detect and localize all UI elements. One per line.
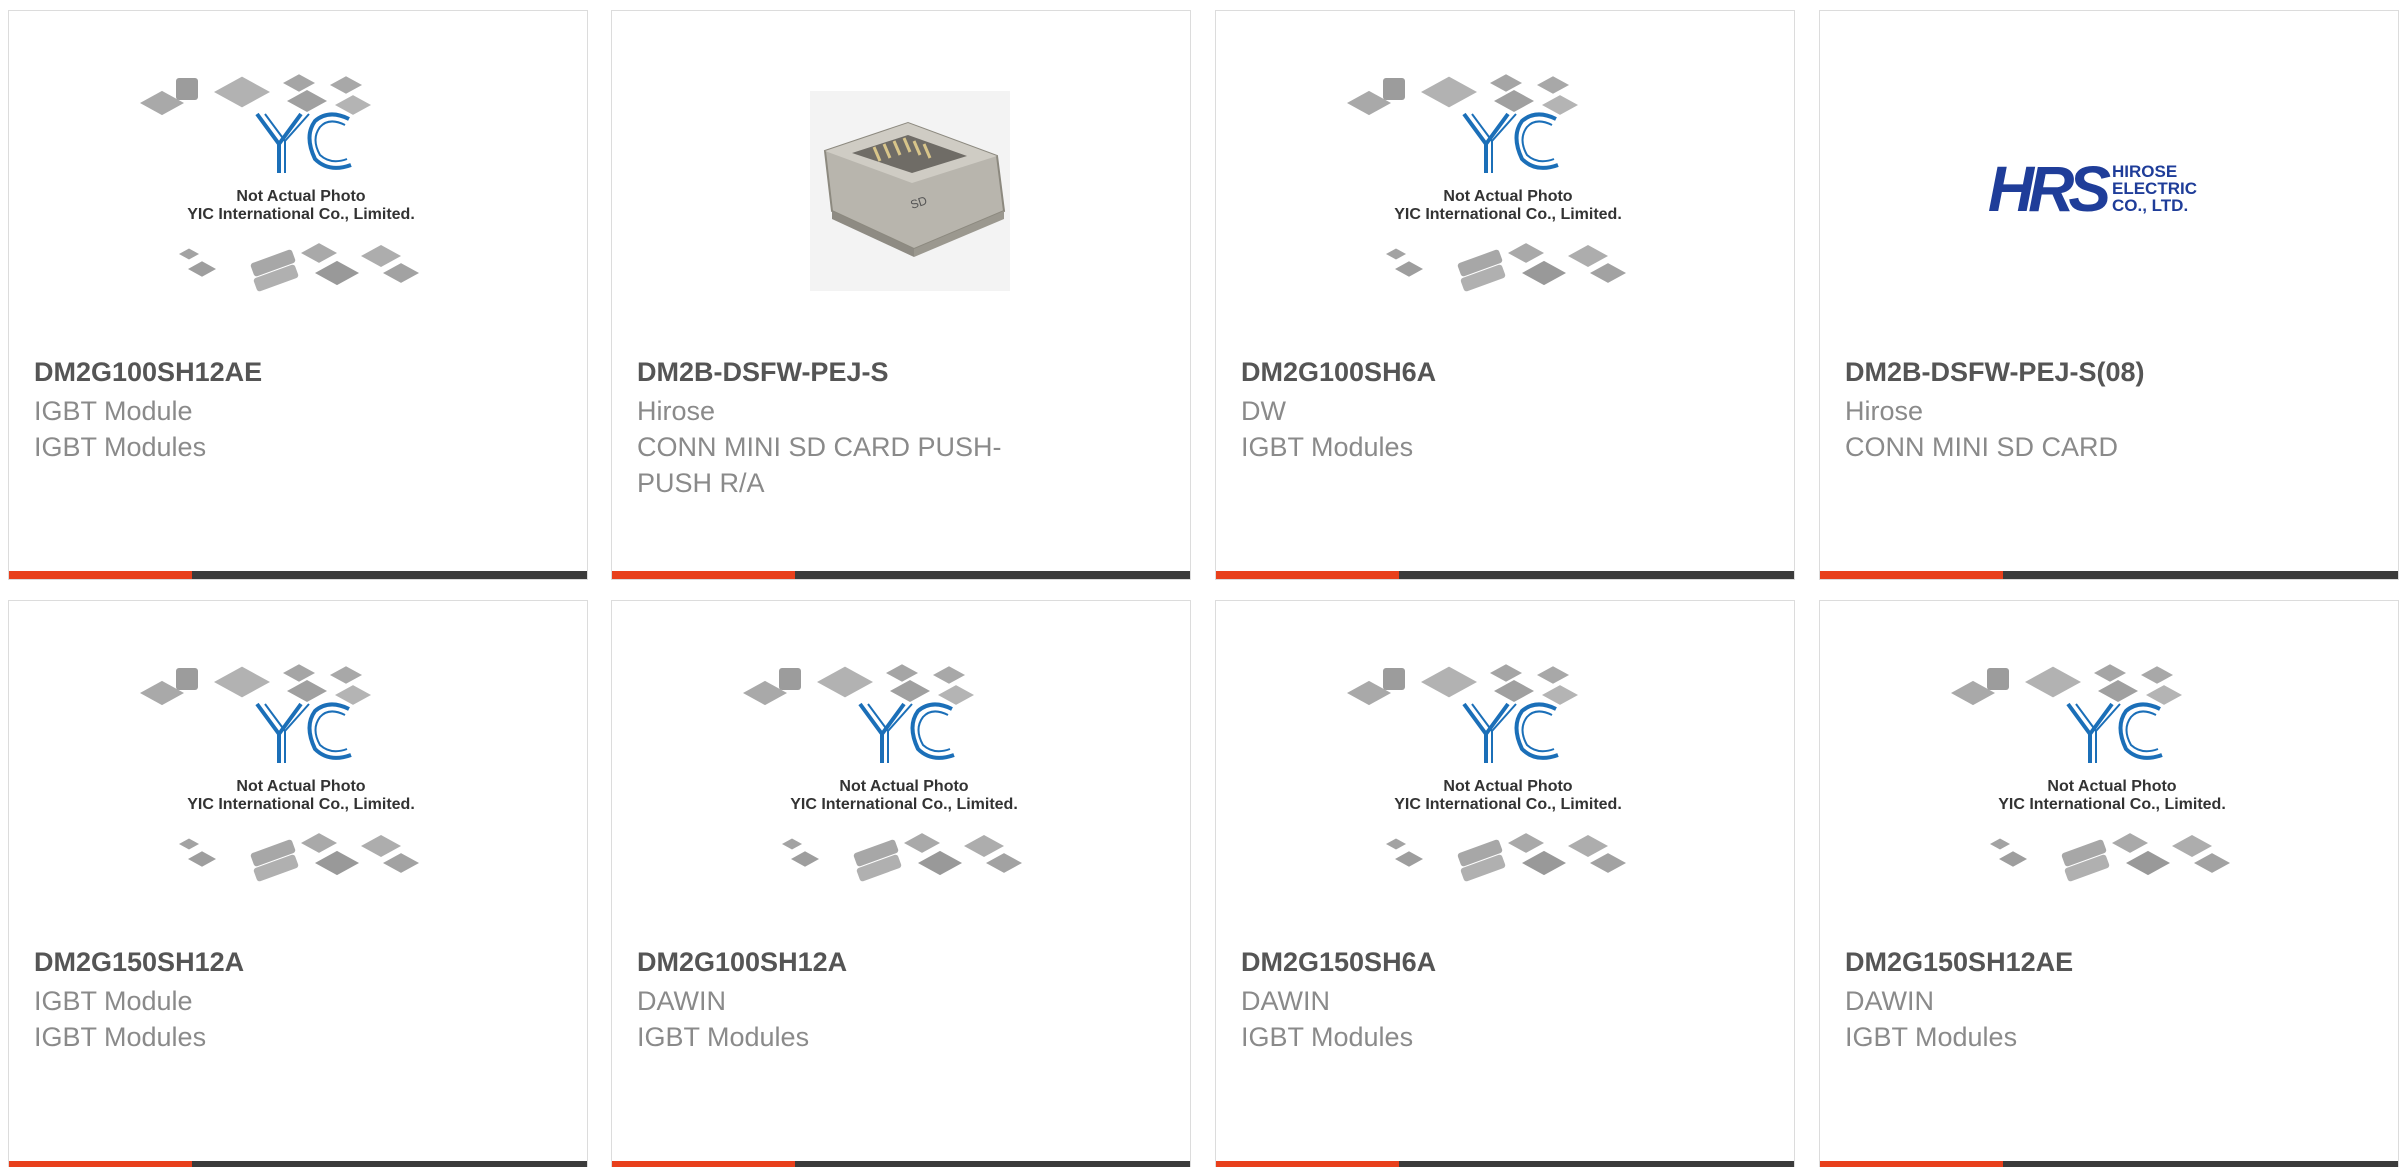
product-part-number[interactable]: DM2G100SH12A <box>637 945 1157 979</box>
product-card[interactable]: Not Actual Photo YIC International Co., … <box>8 10 588 580</box>
product-image-sd-card-connector[interactable]: SD <box>612 61 1190 351</box>
card-accent-bar <box>9 571 192 579</box>
product-description: IGBT Modules <box>1241 432 1414 462</box>
product-manufacturer: Hirose <box>637 396 716 426</box>
yic-logo <box>2066 702 2163 763</box>
svg-text:YIC International Co., Limited: YIC International Co., Limited. <box>1394 796 1622 813</box>
card-accent-bar <box>1216 1161 1399 1167</box>
svg-text:Not Actual Photo: Not Actual Photo <box>236 778 365 795</box>
product-description: CONN MINI SD CARD PUSH-PUSH R/A <box>637 432 1002 498</box>
card-bottom-bar <box>1216 571 1794 579</box>
svg-text:CO., LTD.: CO., LTD. <box>2112 196 2188 215</box>
yic-logo <box>255 112 352 173</box>
svg-text:YIC International Co., Limited: YIC International Co., Limited. <box>187 206 415 223</box>
product-description: IGBT Modules <box>637 1022 810 1052</box>
card-accent-bar <box>1820 1161 2003 1167</box>
product-part-number[interactable]: DM2G100SH12AE <box>34 355 554 389</box>
product-card[interactable]: Not Actual Photo YIC International Co., … <box>1819 600 2399 1167</box>
svg-text:YIC International Co., Limited: YIC International Co., Limited. <box>1394 206 1622 223</box>
chip-icons-bottom <box>1386 243 1626 292</box>
product-part-number[interactable]: DM2B-DSFW-PEJ-S <box>637 355 1157 389</box>
card-accent-bar <box>9 1161 192 1167</box>
product-description: IGBT Modules <box>34 432 207 462</box>
product-manufacturer: DAWIN <box>1241 986 1330 1016</box>
product-image-placeholder[interactable]: Not Actual Photo YIC International Co., … <box>1216 651 1794 941</box>
chip-icons-bottom <box>179 833 419 882</box>
yic-logo <box>858 702 955 763</box>
card-accent-bar <box>1216 571 1399 579</box>
product-image-placeholder[interactable]: Not Actual Photo YIC International Co., … <box>9 651 587 941</box>
chip-icons-bottom <box>1386 833 1626 882</box>
product-image-placeholder[interactable]: Not Actual Photo YIC International Co., … <box>1820 651 2398 941</box>
chip-icons-top <box>140 74 371 116</box>
svg-text:YIC International Co., Limited: YIC International Co., Limited. <box>187 796 415 813</box>
chip-icons-top <box>1951 664 2182 706</box>
yic-logo <box>255 702 352 763</box>
chip-icons-top <box>1347 74 1578 116</box>
product-card[interactable]: Not Actual Photo YIC International Co., … <box>1215 10 1795 580</box>
product-manufacturer: DAWIN <box>637 986 726 1016</box>
product-manufacturer: DAWIN <box>1845 986 1934 1016</box>
product-card[interactable]: Not Actual Photo YIC International Co., … <box>8 600 588 1167</box>
product-card[interactable]: Not Actual Photo YIC International Co., … <box>1215 600 1795 1167</box>
card-bottom-bar <box>9 1161 587 1167</box>
svg-text:Not Actual Photo: Not Actual Photo <box>1443 778 1572 795</box>
svg-text:Not Actual Photo: Not Actual Photo <box>1443 188 1572 205</box>
chip-icons-top <box>1347 664 1578 706</box>
chip-icons-bottom <box>782 833 1022 882</box>
svg-text:HRS: HRS <box>1988 153 2111 225</box>
svg-text:Not Actual Photo: Not Actual Photo <box>236 188 365 205</box>
svg-text:YIC International Co., Limited: YIC International Co., Limited. <box>1998 796 2226 813</box>
product-manufacturer: Hirose <box>1845 396 1924 426</box>
product-manufacturer: IGBT Module <box>34 986 193 1016</box>
product-image-placeholder[interactable]: Not Actual Photo YIC International Co., … <box>9 61 587 351</box>
svg-text:Not Actual Photo: Not Actual Photo <box>2047 778 2176 795</box>
product-description: CONN MINI SD CARD <box>1845 432 2119 462</box>
chip-icons-bottom <box>179 243 419 292</box>
card-bottom-bar <box>612 1161 1190 1167</box>
product-card[interactable]: HRS HIROSE ELECTRIC CO., LTD. DM2B-DSFW-… <box>1819 10 2399 580</box>
product-manufacturer: IGBT Module <box>34 396 193 426</box>
chip-icons-top <box>743 664 974 706</box>
card-accent-bar <box>612 571 795 579</box>
yic-logo <box>1462 112 1559 173</box>
product-part-number[interactable]: DM2G150SH12A <box>34 945 554 979</box>
product-description: IGBT Modules <box>1241 1022 1414 1052</box>
product-card[interactable]: SD DM2B-DSFW-PEJ-S Hirose CONN MINI SD CAR… <box>611 10 1191 580</box>
product-part-number[interactable]: DM2G100SH6A <box>1241 355 1761 389</box>
product-part-number[interactable]: DM2G150SH6A <box>1241 945 1761 979</box>
product-description: IGBT Modules <box>1845 1022 2018 1052</box>
chip-icons-top <box>140 664 371 706</box>
product-image-hirose-logo[interactable]: HRS HIROSE ELECTRIC CO., LTD. <box>1820 61 2398 351</box>
product-card[interactable]: Not Actual Photo YIC International Co., … <box>611 600 1191 1167</box>
product-image-placeholder[interactable]: Not Actual Photo YIC International Co., … <box>612 651 1190 941</box>
product-description: IGBT Modules <box>34 1022 207 1052</box>
product-grid: Not Actual Photo YIC International Co., … <box>0 0 2400 1167</box>
card-bottom-bar <box>9 571 587 579</box>
product-manufacturer: DW <box>1241 396 1286 426</box>
yic-logo <box>1462 702 1559 763</box>
product-part-number[interactable]: DM2G150SH12AE <box>1845 945 2365 979</box>
product-image-placeholder[interactable]: Not Actual Photo YIC International Co., … <box>1216 61 1794 351</box>
card-accent-bar <box>612 1161 795 1167</box>
card-accent-bar <box>1820 571 2003 579</box>
card-bottom-bar <box>612 571 1190 579</box>
product-part-number[interactable]: DM2B-DSFW-PEJ-S(08) <box>1845 355 2365 389</box>
card-bottom-bar <box>1820 1161 2398 1167</box>
svg-text:Not Actual Photo: Not Actual Photo <box>839 778 968 795</box>
card-bottom-bar <box>1820 571 2398 579</box>
card-bottom-bar <box>1216 1161 1794 1167</box>
svg-text:YIC International Co., Limited: YIC International Co., Limited. <box>790 796 1018 813</box>
chip-icons-bottom <box>1990 833 2230 882</box>
